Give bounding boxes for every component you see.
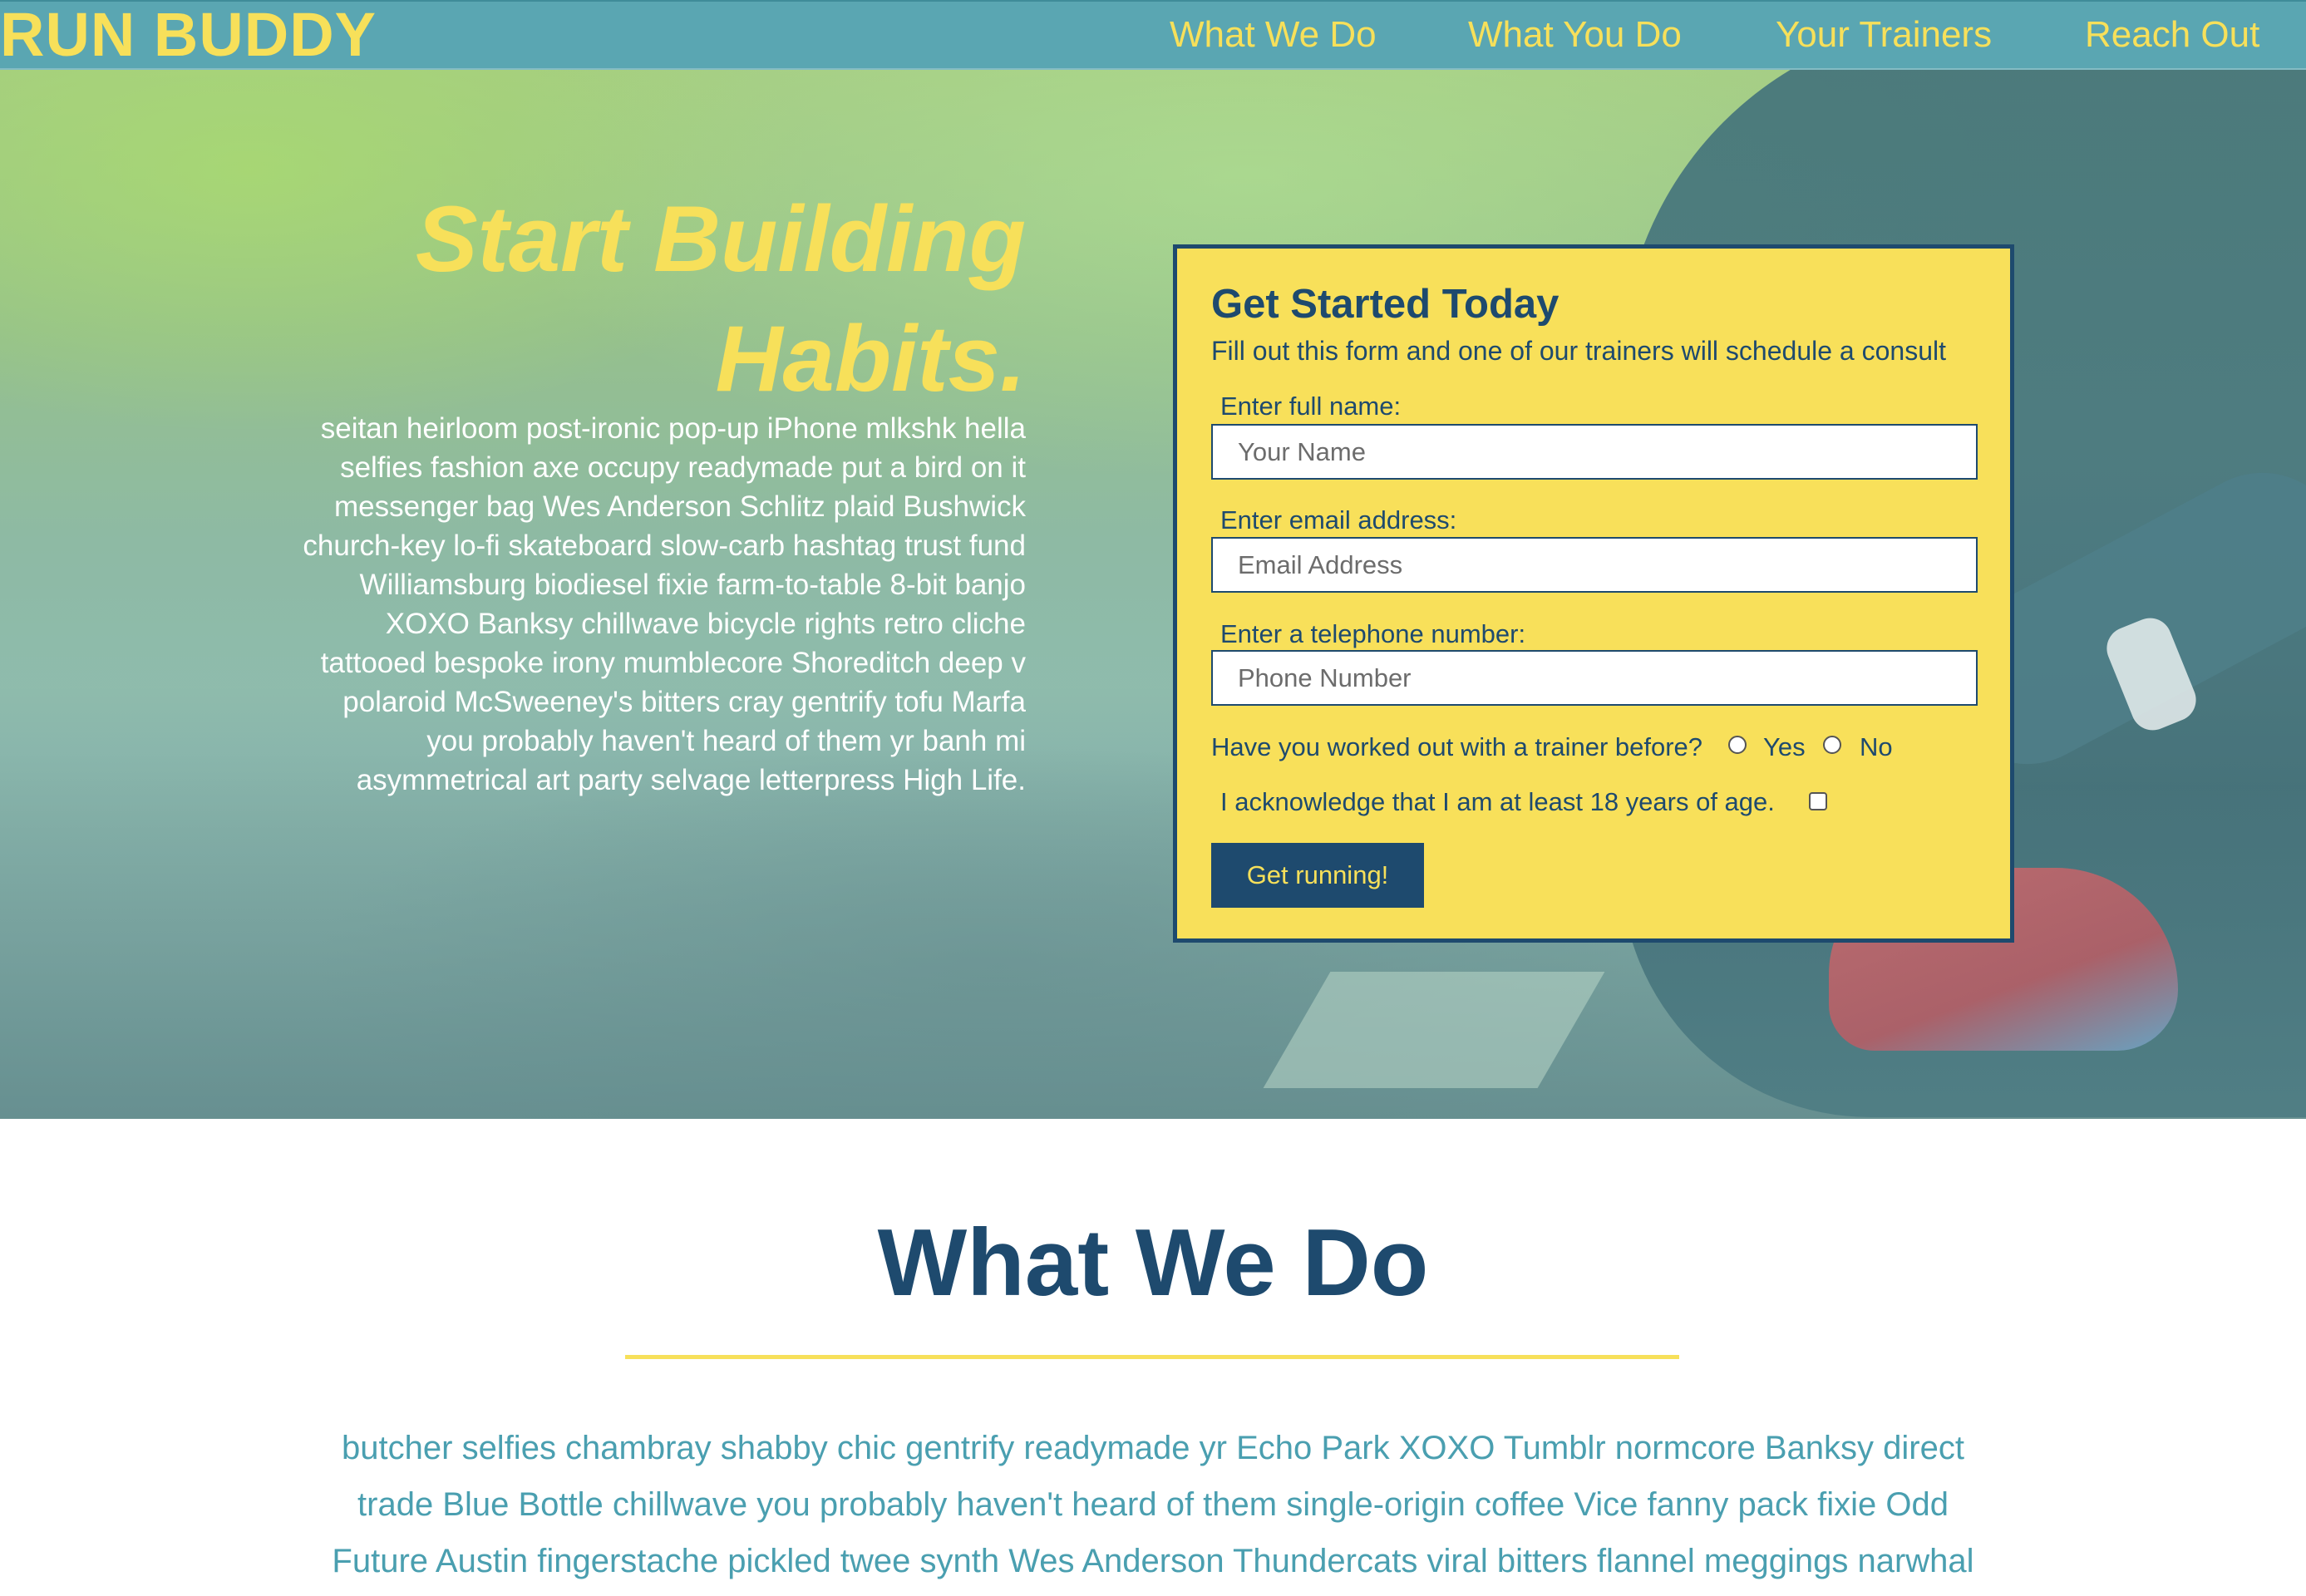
site-header: RUN BUDDY What We Do What You Do Your Tr… bbox=[0, 0, 2306, 70]
form-title: Get Started Today bbox=[1211, 282, 1560, 327]
trainer-no-label: No bbox=[1860, 732, 1893, 761]
email-input[interactable] bbox=[1211, 537, 1978, 593]
phone-field-label: Enter a telephone number: bbox=[1220, 619, 1526, 648]
age-acknowledgement-label: I acknowledge that I am at least 18 year… bbox=[1220, 787, 1775, 816]
section-divider bbox=[625, 1355, 1679, 1359]
site-logo[interactable]: RUN BUDDY bbox=[0, 3, 377, 66]
trainer-no-radio[interactable] bbox=[1823, 736, 1841, 754]
email-field-label: Enter email address: bbox=[1220, 505, 1457, 534]
nav-link-your-trainers[interactable]: Your Trainers bbox=[1776, 13, 1992, 60]
trainer-question-label: Have you worked out with a trainer befor… bbox=[1211, 732, 1703, 761]
name-field-label: Enter full name: bbox=[1220, 392, 1402, 421]
nav-link-what-we-do[interactable]: What We Do bbox=[1170, 13, 1377, 60]
form-subtitle: Fill out this form and one of our traine… bbox=[1211, 336, 1946, 366]
nav-link-reach-out[interactable]: Reach Out bbox=[2085, 13, 2259, 60]
name-input[interactable] bbox=[1211, 424, 1978, 480]
get-running-button[interactable]: Get running! bbox=[1211, 843, 1424, 908]
age-acknowledgement-checkbox[interactable] bbox=[1809, 792, 1827, 810]
trainer-yes-radio[interactable] bbox=[1728, 736, 1747, 754]
hero-body-text: seitan heirloom post-ironic pop-up iPhon… bbox=[303, 412, 1026, 796]
trainer-yes-label: Yes bbox=[1763, 732, 1806, 761]
what-we-do-heading: What We Do bbox=[877, 1210, 1429, 1316]
phone-input[interactable] bbox=[1211, 650, 1978, 706]
what-we-do-text: butcher selfies chambray shabby chic gen… bbox=[332, 1430, 1974, 1579]
nav-link-what-you-do[interactable]: What You Do bbox=[1468, 13, 1682, 60]
hero-title: Start Building Habits. bbox=[415, 187, 1026, 411]
